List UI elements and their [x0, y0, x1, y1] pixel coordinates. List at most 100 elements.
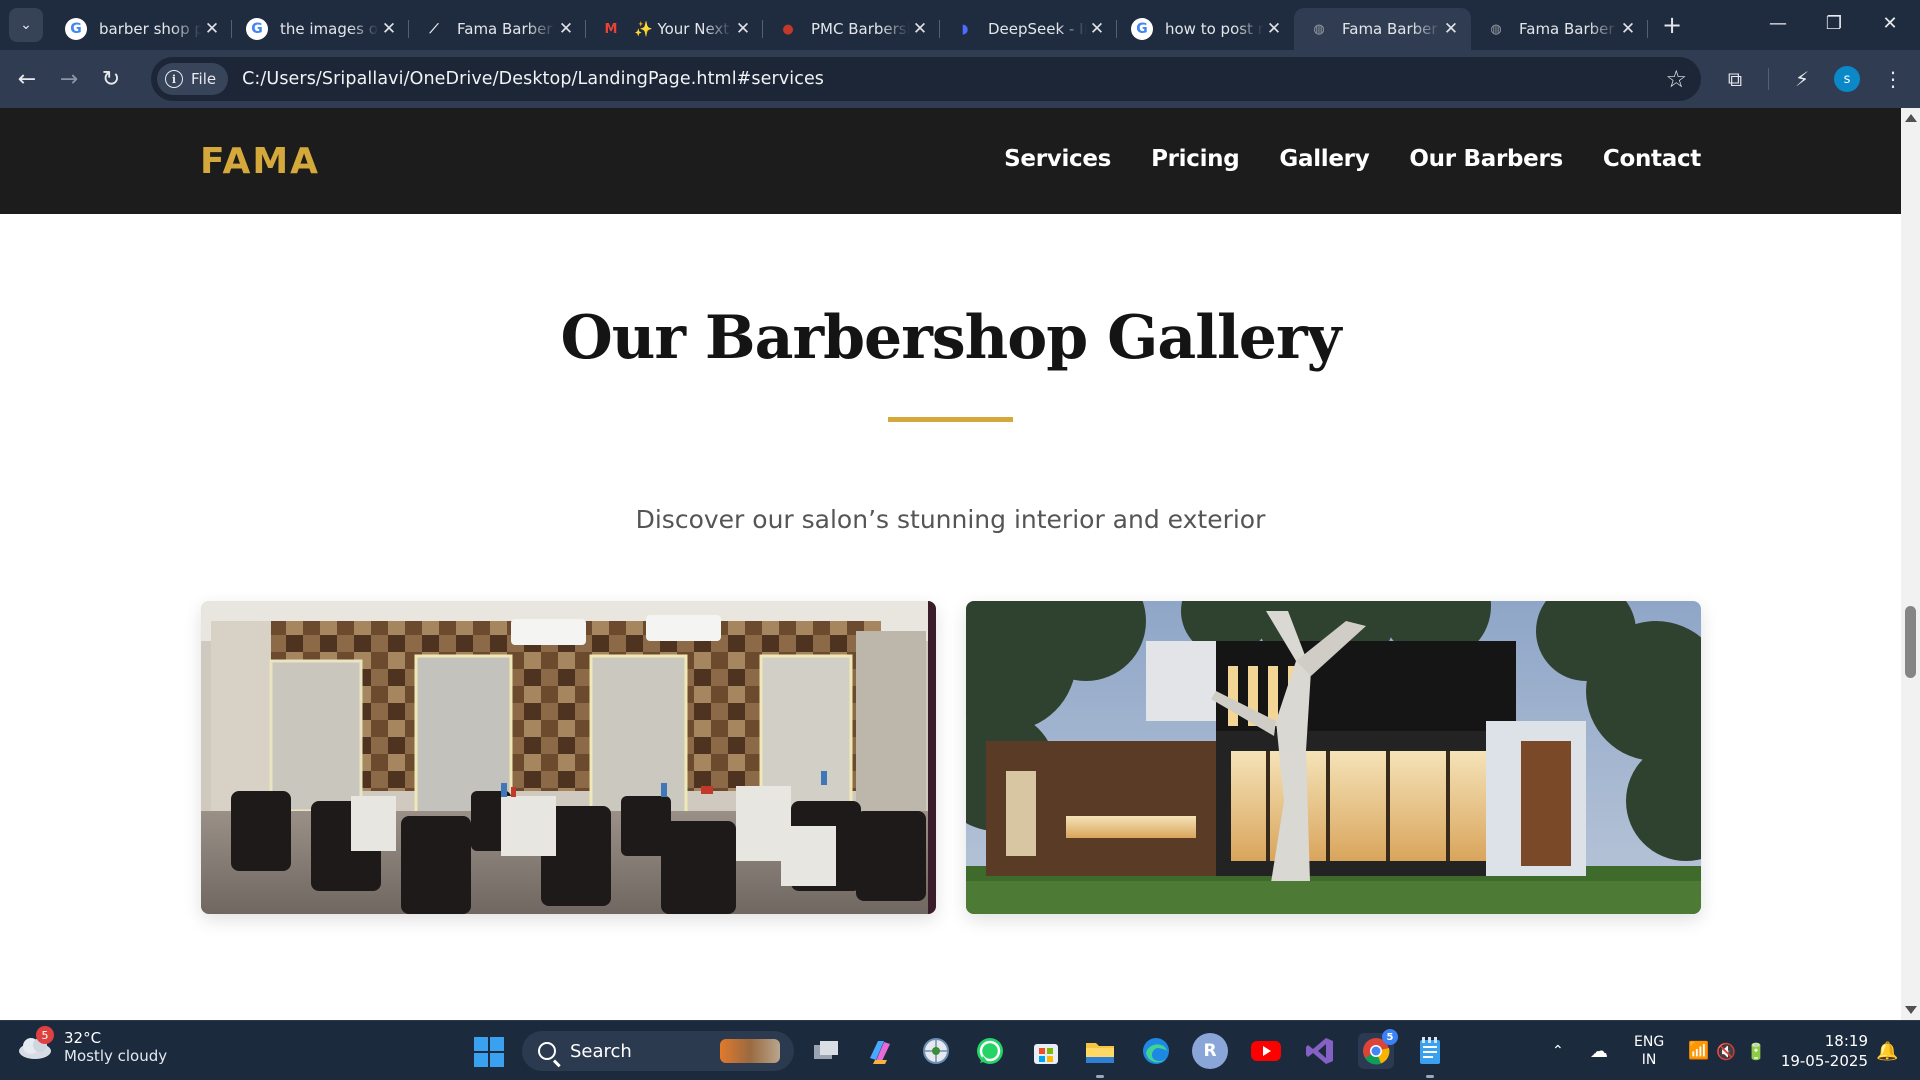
close-tab-icon[interactable]: ✕ — [733, 19, 753, 39]
youtube-button[interactable] — [1248, 1033, 1284, 1069]
tab-title: PMC Barbersh — [811, 20, 910, 38]
tab-3[interactable]: M ✨ Your Next ✕ — [586, 8, 763, 50]
minimize-icon: — — [1769, 12, 1787, 34]
avatar[interactable]: s — [1834, 66, 1860, 92]
tab-list: Gbarber shop p ✕ Gthe images of ✕ ⟋ Fama Barb… — [51, 0, 1648, 50]
notifications-button[interactable]: 🔔 — [1876, 1021, 1898, 1080]
title-divider — [888, 417, 1013, 422]
weather-widget[interactable]: 5 32°C Mostly cloudy — [18, 1026, 167, 1065]
restore-button[interactable]: ❐ — [1806, 0, 1862, 46]
region-code: IN — [1641, 1052, 1657, 1068]
r-app-label: R — [1203, 1041, 1217, 1061]
menu-button[interactable]: ⋮ — [1876, 62, 1910, 96]
chrome-badge: 5 — [1382, 1029, 1398, 1045]
minimize-button[interactable]: — — [1750, 0, 1806, 46]
gallery-image-exterior[interactable] — [966, 601, 1701, 914]
folder-icon — [1086, 1043, 1114, 1063]
onedrive-status[interactable]: ☁ — [1590, 1021, 1608, 1080]
tab-title: Fama Barber — [1342, 20, 1438, 38]
battery-status[interactable]: 🔋 — [1746, 1021, 1766, 1080]
url-text[interactable]: C:/Users/Sripallavi/OneDrive/Desktop/Lan… — [242, 69, 824, 89]
address-bar[interactable]: i File C:/Users/Sripallavi/OneDrive/Desk… — [151, 57, 1701, 101]
more-vertical-icon: ⋮ — [1883, 67, 1903, 91]
new-tab-button[interactable]: + — [1654, 7, 1690, 43]
nav-link-services[interactable]: Services — [1004, 146, 1111, 172]
tab-8[interactable]: ◍ Fama Barber ✕ — [1471, 8, 1648, 50]
google-icon: G — [246, 18, 268, 40]
show-hidden-icons[interactable]: ⌃ — [1552, 1021, 1564, 1080]
temperature: 32°C — [64, 1029, 102, 1047]
volume-status[interactable]: 🔇 — [1716, 1021, 1736, 1080]
site-info-chip[interactable]: i File — [157, 63, 229, 95]
close-tab-icon[interactable]: ✕ — [1441, 19, 1461, 39]
deepseek-icon: ◗ — [961, 21, 969, 37]
network-app-button[interactable] — [918, 1033, 954, 1069]
taskbar-search[interactable]: Search — [522, 1031, 794, 1071]
language-indicator[interactable]: ENG IN — [1634, 1021, 1664, 1080]
copilot-button[interactable] — [862, 1033, 898, 1069]
back-button[interactable]: ← — [6, 58, 48, 100]
bookmark-star-icon[interactable]: ☆ — [1665, 65, 1687, 93]
nav-link-contact[interactable]: Contact — [1603, 146, 1701, 172]
r-app-button[interactable]: R — [1192, 1033, 1228, 1069]
close-tab-icon[interactable]: ✕ — [1264, 19, 1284, 39]
search-icon — [538, 1042, 556, 1060]
whatsapp-button[interactable] — [972, 1033, 1008, 1069]
wifi-status[interactable]: 📶 — [1688, 1021, 1709, 1080]
tab-7[interactable]: ◍ Fama Barber ✕ — [1294, 8, 1471, 50]
tab-4[interactable]: ● PMC Barbersh ✕ — [763, 8, 940, 50]
windows-taskbar: 5 32°C Mostly cloudy Search R 5 ⌃ ☁ ENG … — [0, 1020, 1920, 1080]
nav-link-our-barbers[interactable]: Our Barbers — [1409, 146, 1563, 172]
notepad-button[interactable] — [1412, 1033, 1448, 1078]
gallery-image-interior[interactable] — [201, 601, 936, 914]
file-explorer-button[interactable] — [1082, 1033, 1118, 1078]
close-window-button[interactable]: ✕ — [1862, 0, 1918, 46]
google-icon: G — [65, 18, 87, 40]
close-tab-icon[interactable]: ✕ — [910, 19, 930, 39]
close-tab-icon[interactable]: ✕ — [556, 19, 576, 39]
nav-link-gallery[interactable]: Gallery — [1279, 146, 1369, 172]
nav-link-pricing[interactable]: Pricing — [1151, 146, 1240, 172]
performance-button[interactable]: ⚡ — [1785, 62, 1819, 96]
tab-6[interactable]: Ghow to post n ✕ — [1117, 8, 1294, 50]
toolbar-divider — [1768, 68, 1769, 90]
start-button[interactable] — [474, 1037, 504, 1067]
tab-title: the images of — [280, 20, 379, 38]
chevron-down-icon: ⌄ — [20, 17, 32, 33]
tab-title: DeepSeek - In — [988, 20, 1087, 38]
chrome-button[interactable]: 5 — [1358, 1029, 1398, 1069]
store-button[interactable] — [1028, 1033, 1064, 1069]
visual-studio-icon — [1306, 1038, 1333, 1064]
windows-logo-icon — [474, 1037, 488, 1051]
pmc-icon: ● — [782, 21, 794, 37]
gallery-subtitle: Discover our salon’s stunning interior a… — [635, 505, 1266, 534]
tab-search-button[interactable]: ⌄ — [9, 8, 43, 42]
page-scrollbar[interactable] — [1901, 108, 1920, 1020]
tab-0[interactable]: Gbarber shop p ✕ — [51, 8, 232, 50]
scroll-down-arrow[interactable] — [1905, 1006, 1917, 1014]
close-icon: ✕ — [1882, 12, 1898, 34]
forward-button[interactable]: → — [48, 58, 90, 100]
tab-5[interactable]: ◗ DeepSeek - In ✕ — [940, 8, 1117, 50]
reload-button[interactable]: ↻ — [90, 58, 132, 100]
tab-title: Fama Barber S — [457, 20, 556, 38]
close-tab-icon[interactable]: ✕ — [1087, 19, 1107, 39]
edge-button[interactable] — [1138, 1033, 1174, 1069]
tab-1[interactable]: Gthe images of ✕ — [232, 8, 409, 50]
notepad-icon — [1420, 1037, 1440, 1064]
extensions-button[interactable]: ⧉ — [1718, 62, 1752, 96]
clock[interactable]: 18:19 19-05-2025 — [1781, 1031, 1868, 1071]
scroll-up-arrow[interactable] — [1905, 114, 1917, 122]
scrollbar-thumb[interactable] — [1905, 606, 1916, 678]
battery-icon: 🔋 — [1746, 1041, 1766, 1061]
visual-studio-button[interactable] — [1302, 1033, 1338, 1069]
site-info-label: File — [191, 70, 217, 88]
task-view-button[interactable] — [808, 1033, 844, 1069]
bell-icon: 🔔 — [1876, 1040, 1899, 1062]
close-tab-icon[interactable]: ✕ — [202, 19, 222, 39]
close-tab-icon[interactable]: ✕ — [1618, 19, 1638, 39]
site-logo[interactable]: FAMA — [200, 141, 320, 182]
clock-date: 19-05-2025 — [1780, 1052, 1868, 1070]
tab-2[interactable]: ⟋ Fama Barber S ✕ — [409, 8, 586, 50]
close-tab-icon[interactable]: ✕ — [379, 19, 399, 39]
